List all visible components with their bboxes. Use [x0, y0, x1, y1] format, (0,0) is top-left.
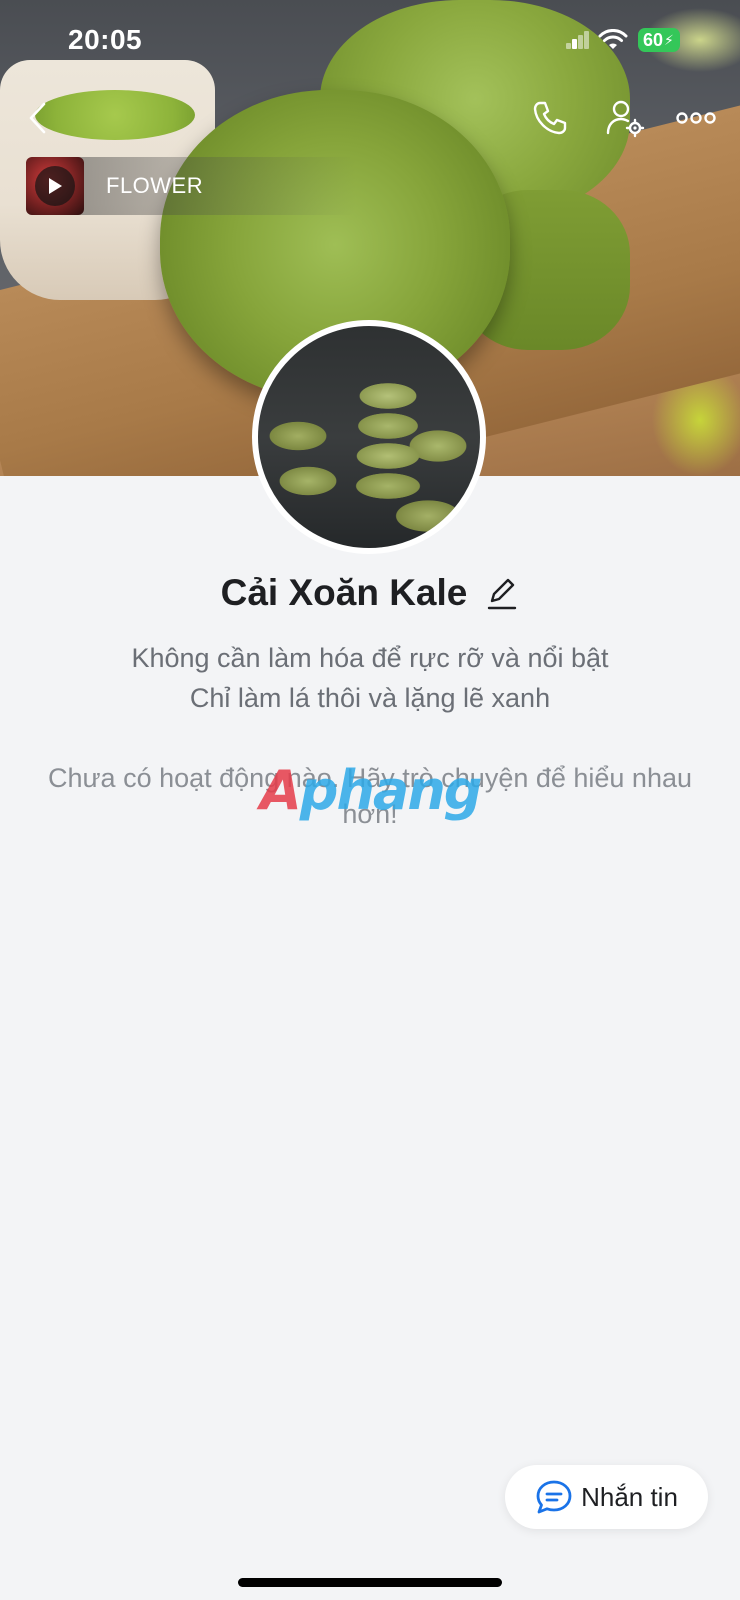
watermark-logo: Aphang — [260, 758, 483, 822]
more-button[interactable] — [674, 98, 718, 138]
profile-settings-button[interactable] — [605, 98, 645, 138]
charging-icon: ⚡ — [664, 31, 674, 48]
profile-name: Cải Xoăn Kale — [220, 572, 468, 613]
battery-indicator: 60 ⚡ — [638, 28, 680, 52]
message-button-label: Nhắn tin — [581, 1481, 678, 1512]
chat-bubble-icon — [536, 1480, 572, 1514]
status-icons: 60 ⚡ — [566, 28, 680, 52]
user-settings-icon — [606, 100, 645, 138]
bio-line-2: Chỉ làm lá thôi và lặng lẽ xanh — [189, 683, 551, 713]
home-indicator — [238, 1578, 502, 1587]
back-button[interactable] — [18, 98, 58, 138]
pencil-icon — [488, 578, 517, 610]
phone-icon — [533, 101, 567, 135]
edit-name-button[interactable] — [485, 574, 519, 612]
more-dots-icon — [676, 112, 716, 124]
message-button[interactable]: Nhắn tin — [505, 1465, 708, 1529]
signal-icon — [566, 31, 589, 49]
status-time: 20:05 — [68, 24, 143, 55]
chevron-left-icon — [29, 102, 46, 134]
watermark-first: A — [260, 758, 302, 822]
profile-music[interactable]: FLOWER — [26, 157, 356, 215]
watermark-rest: phang — [299, 758, 483, 822]
call-button[interactable] — [530, 98, 570, 138]
play-icon — [49, 178, 62, 194]
status-bar: 20:05 60 ⚡ — [0, 0, 740, 80]
cover-matcha — [35, 90, 195, 140]
profile-bio: Không cần làm hóa để rực rỡ và nổi bật C… — [0, 638, 740, 718]
battery-level: 60 — [643, 29, 664, 50]
play-button[interactable] — [35, 166, 75, 206]
bio-line-1: Không cần làm hóa để rực rỡ và nổi bật — [131, 643, 609, 673]
profile-name-row: Cải Xoăn Kale — [0, 572, 740, 614]
avatar[interactable] — [252, 320, 486, 554]
wifi-icon — [598, 29, 628, 49]
music-title: FLOWER — [106, 173, 204, 198]
music-thumbnail[interactable] — [26, 157, 84, 215]
